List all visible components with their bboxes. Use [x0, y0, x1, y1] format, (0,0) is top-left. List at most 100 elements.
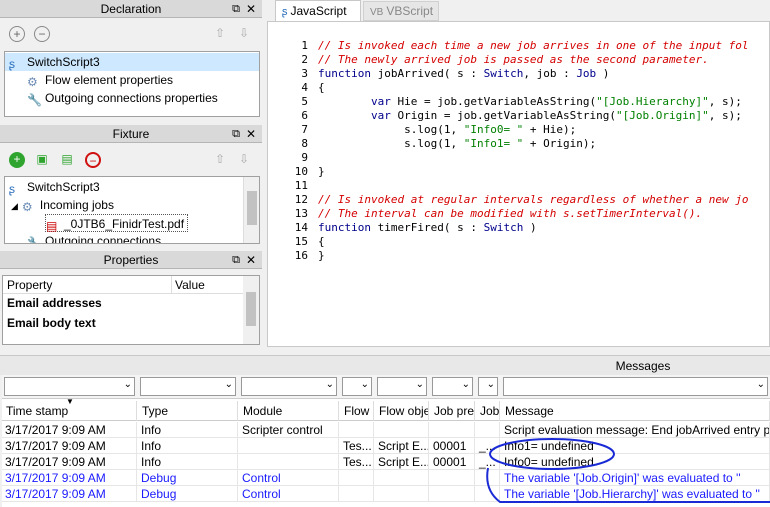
column-filter[interactable]: ⌄	[377, 377, 427, 396]
code-line: // The newly arrived job is passed as th…	[318, 53, 709, 66]
col-divider	[171, 276, 172, 294]
message-cell-type: Debug	[138, 486, 238, 502]
message-cell-jobpre	[430, 486, 475, 502]
sort-descending-icon: ▼	[66, 397, 74, 406]
column-filter[interactable]: ⌄	[140, 377, 236, 396]
annotation-highlights	[486, 438, 770, 503]
line-number: 14	[294, 221, 308, 234]
column-filter[interactable]: ⌄	[478, 377, 498, 396]
column-filter[interactable]: ⌄	[4, 377, 135, 396]
add-folder-icon[interactable]: ▤	[59, 152, 75, 168]
column-header[interactable]: Module	[239, 401, 339, 421]
message-cell-jobpre: 00001	[430, 438, 475, 454]
add-file-icon[interactable]: ▣	[34, 152, 50, 168]
line-number: 5	[301, 95, 308, 108]
property-row[interactable]: Email body text	[7, 316, 96, 330]
move-up-icon[interactable]: ⇧	[212, 26, 228, 42]
column-header[interactable]: Flow obje	[375, 401, 429, 421]
close-icon[interactable]: ✕	[246, 251, 256, 269]
close-icon[interactable]: ✕	[246, 0, 256, 18]
scroll-thumb[interactable]	[246, 292, 256, 326]
chevron-down-icon[interactable]: ⌄	[487, 379, 495, 390]
close-icon[interactable]: ✕	[246, 125, 256, 143]
tree-item-flow-element-properties[interactable]: ⚙ Flow element properties	[27, 71, 173, 89]
code-line: }	[318, 249, 325, 262]
tree-item-outgoing-connections[interactable]: 🔧 Outgoing connections	[27, 232, 161, 243]
property-row[interactable]: Email addresses	[7, 296, 102, 310]
message-cell-flow	[340, 470, 374, 486]
message-cell-module	[239, 438, 339, 454]
column-filter[interactable]: ⌄	[503, 377, 768, 396]
fixture-header: Fixture ⧉ ✕	[0, 125, 262, 143]
properties-scrollbar[interactable]	[243, 276, 259, 344]
declaration-header: Declaration ⧉ ✕	[0, 0, 262, 18]
highlight-bracket-debug	[486, 467, 770, 503]
add-icon[interactable]: +	[9, 26, 25, 42]
message-cell-flowobj	[375, 422, 429, 438]
add-job-icon[interactable]: +	[9, 152, 25, 168]
chevron-down-icon[interactable]: ⌄	[416, 379, 424, 390]
message-cell-module: Control	[239, 470, 339, 486]
tab-javascript[interactable]: ʂ JavaScript	[275, 0, 361, 21]
code-line: var Hie = job.getVariableAsString("[Job.…	[370, 95, 742, 108]
line-number: 9	[301, 151, 308, 164]
message-cell-type: Info	[138, 438, 238, 454]
tree-item-job-file[interactable]: ▤ _0JTB6_FinidrTest.pdf	[45, 214, 189, 233]
fixture-tree: ʂ SwitchScript3 ◢ ⚙ Incoming jobs ▤ _0JTB6_F…	[4, 176, 260, 244]
move-down-icon[interactable]: ⇩	[236, 26, 252, 42]
highlight-ellipse-info	[489, 438, 615, 470]
float-icon[interactable]: ⧉	[232, 251, 240, 269]
message-cell-time: 3/17/2017 9:09 AM	[2, 470, 137, 486]
column-filter[interactable]: ⌄	[432, 377, 473, 396]
column-header[interactable]: Message	[501, 401, 770, 421]
message-cell-flow: Tes...	[340, 438, 374, 454]
chevron-down-icon[interactable]: ⌄	[326, 379, 334, 390]
chevron-down-icon[interactable]: ⌄	[124, 379, 132, 390]
column-header[interactable]: Flow	[340, 401, 374, 421]
message-cell-flow: Tes...	[340, 454, 374, 470]
scroll-thumb[interactable]	[247, 191, 257, 225]
remove-icon[interactable]: −	[34, 26, 50, 42]
expand-arrow-icon[interactable]: ◢	[11, 201, 18, 211]
column-filter[interactable]: ⌄	[241, 377, 337, 396]
properties-panel: Properties ⧉ ✕ Property Value Email addr…	[0, 251, 262, 347]
remove-icon[interactable]: −	[85, 152, 101, 168]
pdf-file-icon: ▤	[46, 219, 58, 233]
col-property: Property	[7, 278, 53, 292]
tree-item-switchscript3[interactable]: ʂ SwitchScript3	[9, 178, 100, 196]
chevron-down-icon[interactable]: ⌄	[225, 379, 233, 390]
declaration-tree: ʂ SwitchScript3 ⚙ Flow element properties …	[4, 51, 260, 117]
tree-item-incoming-jobs[interactable]: ◢ ⚙ Incoming jobs	[11, 196, 114, 214]
tree-item-switchscript3[interactable]: ʂ SwitchScript3	[5, 53, 259, 71]
column-header[interactable]: Job pre	[430, 401, 475, 421]
move-up-icon[interactable]: ⇧	[212, 152, 228, 168]
tree-item-outgoing-connections-properties[interactable]: 🔧 Outgoing connections properties	[27, 89, 218, 107]
chevron-down-icon[interactable]: ⌄	[361, 379, 369, 390]
message-cell-time: 3/17/2017 9:09 AM	[2, 422, 137, 438]
fixture-scrollbar[interactable]	[243, 177, 259, 243]
message-cell-flowobj: Script E...	[375, 438, 429, 454]
float-icon[interactable]: ⧉	[232, 125, 240, 143]
column-header[interactable]: Job	[476, 401, 500, 421]
move-down-icon[interactable]: ⇩	[236, 152, 252, 168]
chevron-down-icon[interactable]: ⌄	[462, 379, 470, 390]
code-line: // The interval can be modified with s.s…	[318, 207, 703, 220]
float-icon[interactable]: ⧉	[232, 0, 240, 18]
line-number: 15	[294, 235, 308, 248]
column-header[interactable]: Type	[138, 401, 238, 421]
code-line: var Origin = job.getVariableAsString("[J…	[370, 109, 742, 122]
message-cell-type: Info	[138, 454, 238, 470]
code-editor[interactable]: 1 // Is invoked each time a new job arriv…	[267, 21, 770, 347]
tab-vbscript[interactable]: VB VBScript	[363, 1, 439, 21]
message-cell-flowobj: Script E...	[375, 454, 429, 470]
column-filter[interactable]: ⌄	[342, 377, 372, 396]
line-number: 3	[301, 67, 308, 80]
message-cell-flow	[340, 486, 374, 502]
properties-grid: Property Value Email addresses Email bod…	[2, 275, 260, 345]
message-cell-time: 3/17/2017 9:09 AM	[2, 438, 137, 454]
line-number: 7	[301, 123, 308, 136]
gear-icon: ⚙	[27, 75, 38, 89]
chevron-down-icon[interactable]: ⌄	[757, 379, 765, 390]
fixture-panel: Fixture ⧉ ✕ + ▣ ▤ − ⇧ ⇩ ʂ SwitchScript3 ◢…	[0, 125, 262, 247]
message-cell-module: Control	[239, 486, 339, 502]
